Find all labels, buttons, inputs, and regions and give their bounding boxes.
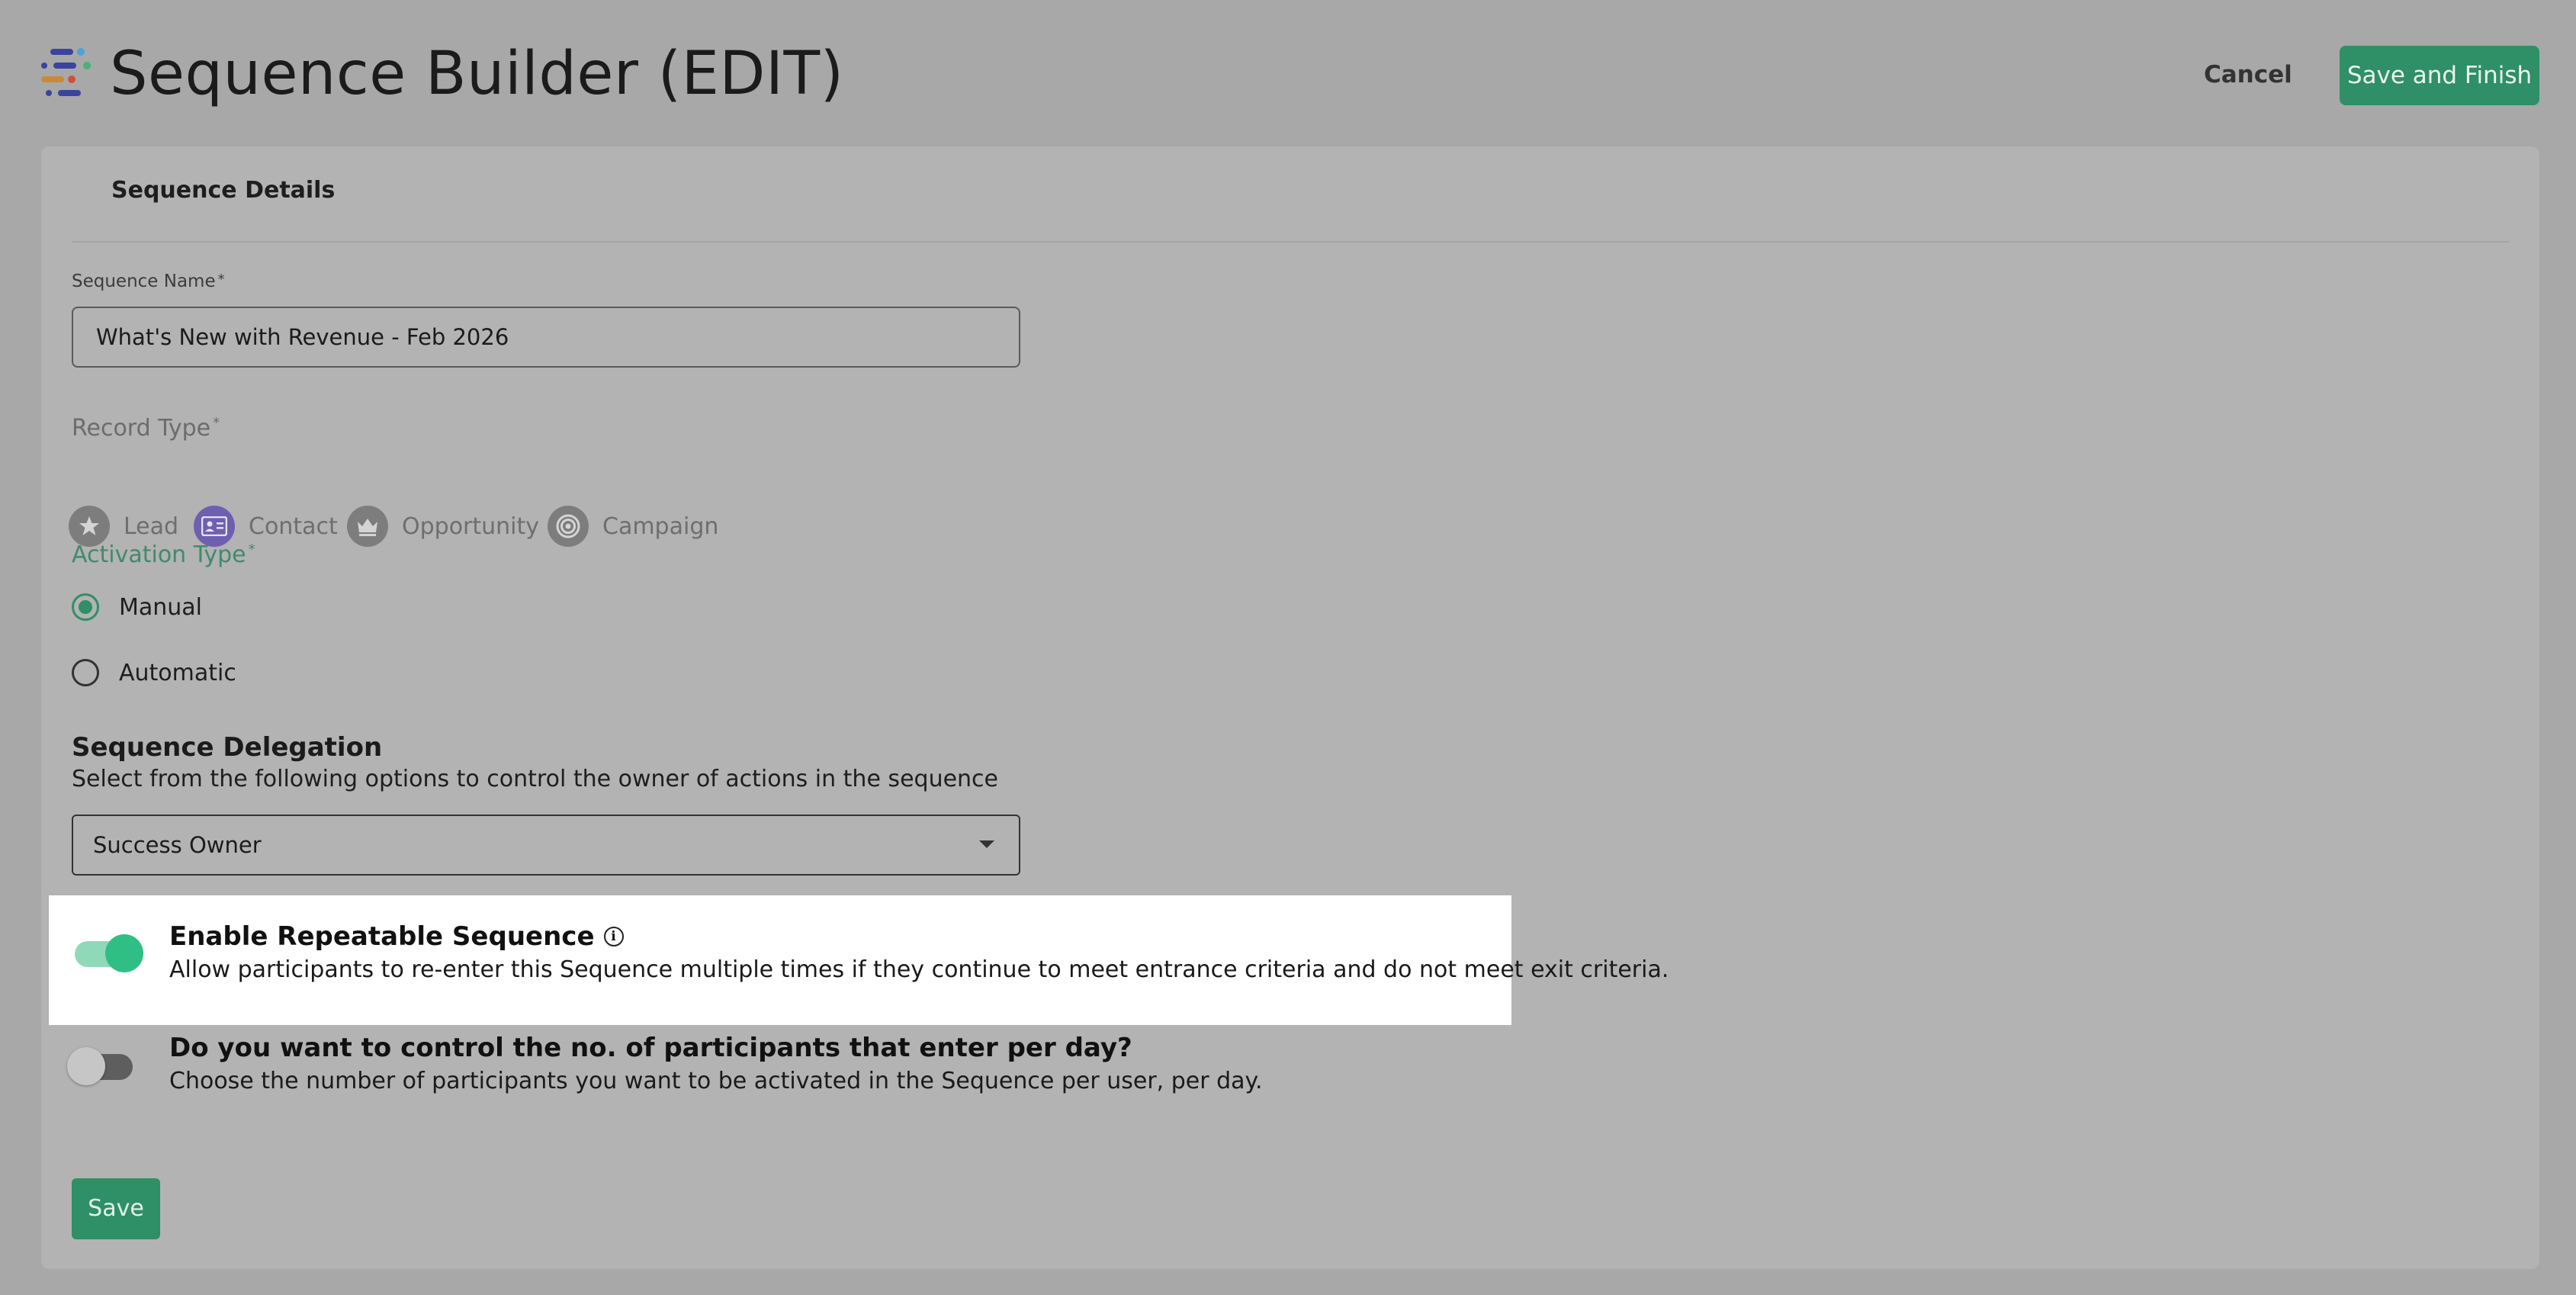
delegation-title: Sequence Delegation (72, 732, 383, 763)
activation-type-label: Activation Type * (72, 541, 255, 568)
save-button[interactable]: Save (72, 1178, 160, 1239)
sequence-details-card: Sequence Details Sequence Name * What's N… (41, 146, 2539, 1269)
record-type-lead-label: Lead (124, 513, 179, 540)
participants-per-day-description: Choose the number of participants you wa… (169, 1068, 1263, 1094)
activation-manual-option[interactable]: Manual (72, 590, 202, 624)
record-type-opportunity-label: Opportunity (402, 513, 540, 540)
sequence-name-label: Sequence Name * (72, 272, 225, 291)
record-type-campaign-label: Campaign (602, 513, 719, 540)
record-type-campaign[interactable]: Campaign (548, 505, 718, 548)
activation-automatic-option[interactable]: Automatic (72, 656, 236, 689)
sequence-name-label-text: Sequence Name (72, 272, 216, 291)
repeatable-sequence-description: Allow participants to re-enter this Sequ… (169, 956, 1669, 983)
contact-card-icon (194, 506, 235, 547)
toggle-knob (67, 1047, 105, 1085)
delegation-select[interactable]: Success Owner (72, 815, 1020, 876)
info-icon[interactable]: i (603, 927, 624, 946)
record-type-contact-label: Contact (249, 513, 338, 540)
delegation-description: Select from the following options to con… (72, 766, 998, 792)
participants-per-day-title: Do you want to control the no. of partic… (169, 1033, 1132, 1063)
manual-radio[interactable] (72, 593, 99, 621)
record-type-label-text: Record Type (72, 415, 211, 442)
page-header: Sequence Builder (EDIT) Cancel Save and … (0, 0, 2576, 145)
divider (72, 241, 2509, 243)
caret-down-icon (979, 840, 994, 848)
repeatable-sequence-title: Enable Repeatable Sequence (169, 921, 595, 952)
page-title: Sequence Builder (EDIT) (110, 40, 844, 108)
crown-icon (347, 506, 388, 547)
manual-radio-label: Manual (119, 593, 203, 621)
repeatable-sequence-panel: Enable Repeatable Sequence i Allow parti… (49, 895, 1669, 1025)
repeatable-sequence-title-row: Enable Repeatable Sequence i (169, 921, 624, 952)
repeatable-sequence-toggle[interactable] (75, 934, 143, 972)
activation-type-label-text: Activation Type (72, 541, 246, 568)
cancel-button[interactable]: Cancel (2204, 55, 2292, 95)
target-icon (548, 506, 589, 547)
record-type-label: Record Type * (72, 415, 220, 442)
section-title: Sequence Details (111, 177, 336, 204)
required-mark: * (248, 541, 255, 558)
required-mark: * (213, 415, 220, 431)
sequence-logo-icon (41, 48, 91, 96)
save-and-finish-button[interactable]: Save and Finish (2340, 46, 2539, 105)
required-mark: * (217, 272, 225, 288)
record-type-opportunity[interactable]: Opportunity (347, 505, 539, 548)
lead-icon (69, 506, 110, 547)
automatic-radio[interactable] (72, 659, 99, 686)
toggle-knob (105, 934, 143, 972)
automatic-radio-label: Automatic (119, 659, 236, 686)
participants-per-day-toggle[interactable] (67, 1047, 133, 1085)
sequence-name-input[interactable]: What's New with Revenue - Feb 2026 (72, 307, 1020, 368)
delegation-selected-value: Success Owner (93, 832, 262, 858)
